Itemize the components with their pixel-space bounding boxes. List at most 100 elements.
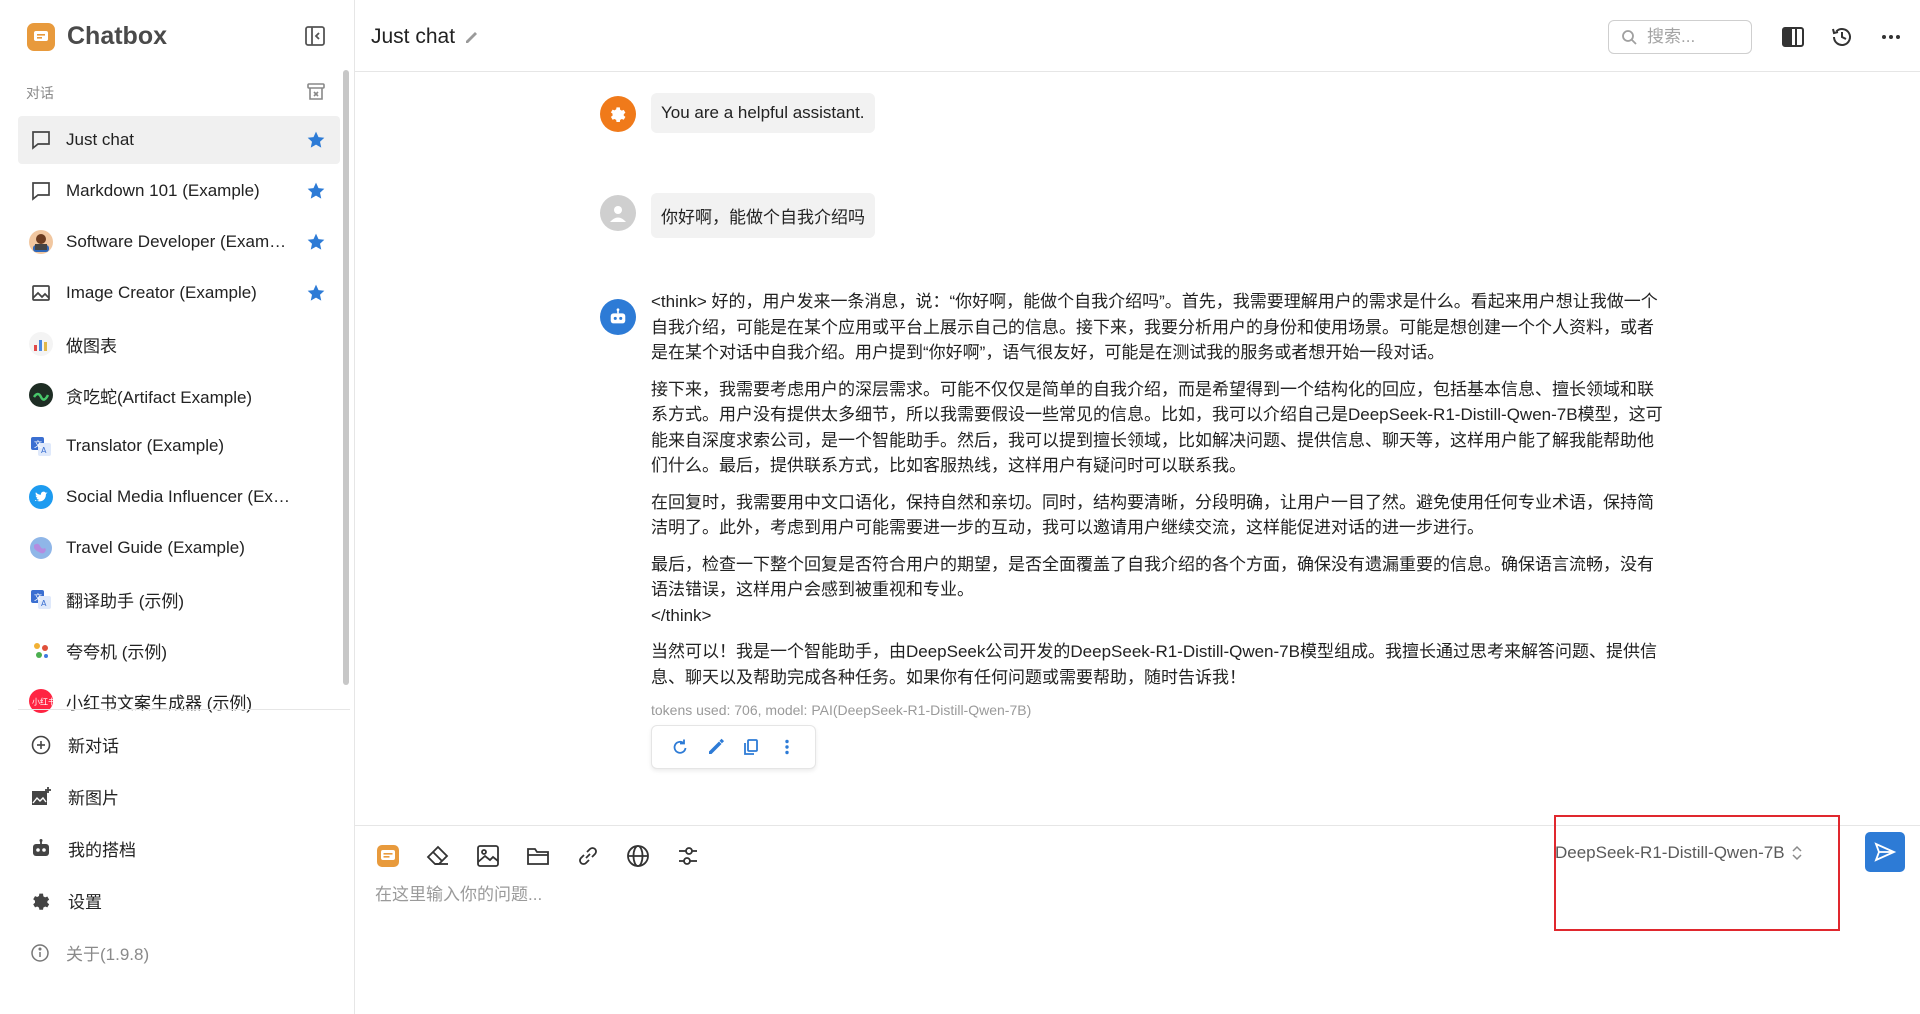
chat-title: Just chat (371, 25, 456, 48)
history-icon[interactable] (1829, 24, 1857, 52)
session-label: Markdown 101 (Example) (66, 181, 260, 200)
copy-icon[interactable] (739, 735, 763, 759)
gear-icon (30, 890, 52, 912)
chat-settings-sliders-icon[interactable] (673, 841, 702, 870)
edit-message-icon[interactable] (704, 735, 728, 759)
model-selector-highlight (1554, 815, 1840, 931)
snake-avatar (28, 382, 54, 408)
xiaohongshu-avatar: 小红书 (28, 688, 54, 714)
message-action-bar (651, 725, 816, 769)
chart-avatar (28, 331, 54, 357)
translator-avatar: 文A (28, 586, 54, 612)
send-icon (1873, 840, 1897, 864)
session-item[interactable]: 文A 翻译助手 (示例) (18, 575, 340, 623)
system-avatar-gear-icon (600, 96, 636, 132)
new-image-button[interactable]: 新图片 (30, 784, 330, 809)
copilot-picker-icon[interactable] (373, 841, 402, 870)
session-item[interactable]: Image Creator (Example) (18, 269, 340, 317)
session-item[interactable]: Just chat (18, 116, 340, 164)
sidebar-divider (18, 709, 350, 710)
eraser-icon[interactable] (423, 841, 452, 870)
chat-header: Just chat (355, 0, 1920, 72)
regenerate-icon[interactable] (668, 735, 692, 759)
attach-image-icon[interactable] (473, 841, 502, 870)
chatbox-logo-icon (27, 22, 55, 51)
session-item[interactable]: 小红书 小红书文案生成器 (示例) (18, 677, 340, 725)
session-list: Just chat Markdown 101 (Example) Softwar… (18, 116, 340, 728)
session-label: Translator (Example) (66, 436, 225, 455)
menu-label: 关于(1.9.8) (66, 945, 150, 964)
my-copilots-button[interactable]: 我的搭档 (30, 836, 330, 861)
session-item[interactable]: 文A Translator (Example) (18, 422, 340, 470)
link-icon[interactable] (573, 841, 602, 870)
menu-label: 新图片 (68, 789, 119, 808)
composer-toolbar (373, 841, 702, 870)
layout-toggle-icon[interactable] (1780, 24, 1808, 52)
section-label: 对话 (26, 85, 54, 101)
send-button[interactable] (1865, 832, 1905, 872)
assistant-paragraph: 当然可以！我是一个智能助手，由DeepSeek公司开发的DeepSeek-R1-… (651, 642, 1657, 687)
more-vertical-icon[interactable] (775, 735, 799, 759)
session-item[interactable]: Software Developer (Exam… (18, 218, 340, 266)
message-meta: tokens used: 706, model: PAI(DeepSeek-R1… (651, 702, 1032, 718)
session-item[interactable]: Social Media Influencer (Example) (18, 473, 340, 521)
assistant-paragraph: 最后，检查一下整个回复是否符合用户的期望，是否全面覆盖了自我介绍的各个方面，确保… (651, 554, 1654, 600)
menu-label: 新对话 (68, 737, 119, 756)
search-box[interactable] (1608, 20, 1752, 54)
star-icon[interactable] (306, 283, 326, 303)
session-label: Just chat (66, 130, 135, 149)
menu-label: 设置 (68, 893, 102, 912)
star-icon[interactable] (306, 232, 326, 252)
session-item[interactable]: 做图表 (18, 320, 340, 368)
sidebar: Chatbox 对话 Just chat Markdown 101 (Examp… (0, 0, 355, 1014)
user-avatar-icon (600, 195, 636, 231)
clear-conversations-icon[interactable] (305, 82, 327, 102)
edit-title-icon[interactable] (463, 28, 481, 46)
twitter-avatar (28, 484, 54, 510)
info-icon (30, 943, 50, 963)
robot-icon (30, 838, 52, 860)
star-icon[interactable] (306, 181, 326, 201)
search-icon (1621, 29, 1637, 45)
globe-avatar (28, 535, 54, 561)
menu-label: 我的搭档 (68, 841, 136, 860)
sparkle-avatar (28, 637, 54, 663)
session-label: Social Media Influencer (Example) (66, 487, 298, 506)
new-chat-button[interactable]: 新对话 (30, 732, 330, 757)
session-item[interactable]: Travel Guide (Example) (18, 524, 340, 572)
assistant-paragraph: 接下来，我需要考虑用户的深层需求。可能不仅仅是简单的自我介绍，而是希望得到一个结… (651, 379, 1663, 476)
more-options-icon[interactable] (1878, 24, 1906, 52)
developer-avatar (28, 229, 54, 255)
session-label: Software Developer (Exam… (66, 232, 287, 251)
assistant-paragraph: <think> 好的，用户发来一条消息，说：“你好啊，能做个自我介绍吗”。首先，… (651, 292, 1658, 362)
session-label: 翻译助手 (示例) (66, 591, 185, 611)
star-icon[interactable] (306, 130, 326, 150)
attach-file-folder-icon[interactable] (523, 841, 552, 870)
chat-bubble-icon (28, 178, 54, 204)
web-browsing-globe-icon[interactable] (623, 841, 652, 870)
about-button[interactable]: 关于(1.9.8) (30, 940, 330, 965)
svg-text:A: A (41, 599, 47, 608)
think-close-tag: </think> (651, 605, 712, 625)
session-label: 贪吃蛇(Artifact Example) (66, 387, 253, 407)
sidebar-scrollbar[interactable] (343, 70, 349, 685)
session-item[interactable]: 夸夸机 (示例) (18, 626, 340, 674)
plus-circle-icon (30, 734, 52, 756)
session-label: 做图表 (66, 336, 117, 356)
image-icon (28, 280, 54, 306)
svg-text:A: A (41, 446, 47, 455)
system-message-text: You are a helpful assistant. (651, 93, 875, 133)
assistant-message: <think> 好的，用户发来一条消息，说：“你好啊，能做个自我介绍吗”。首先，… (651, 289, 1663, 701)
session-label: Travel Guide (Example) (66, 538, 245, 557)
search-input[interactable] (1645, 26, 1739, 48)
brand: Chatbox (27, 22, 167, 51)
translator-avatar: 文A (28, 433, 54, 459)
svg-text:小红书: 小红书 (32, 697, 54, 707)
message-input[interactable] (375, 880, 1475, 910)
session-item[interactable]: Markdown 101 (Example) (18, 167, 340, 215)
session-item[interactable]: 贪吃蛇(Artifact Example) (18, 371, 340, 419)
settings-button[interactable]: 设置 (30, 888, 330, 913)
assistant-robot-icon (600, 299, 636, 335)
app-name: Chatbox (67, 22, 167, 50)
collapse-sidebar-icon[interactable] (303, 24, 329, 50)
